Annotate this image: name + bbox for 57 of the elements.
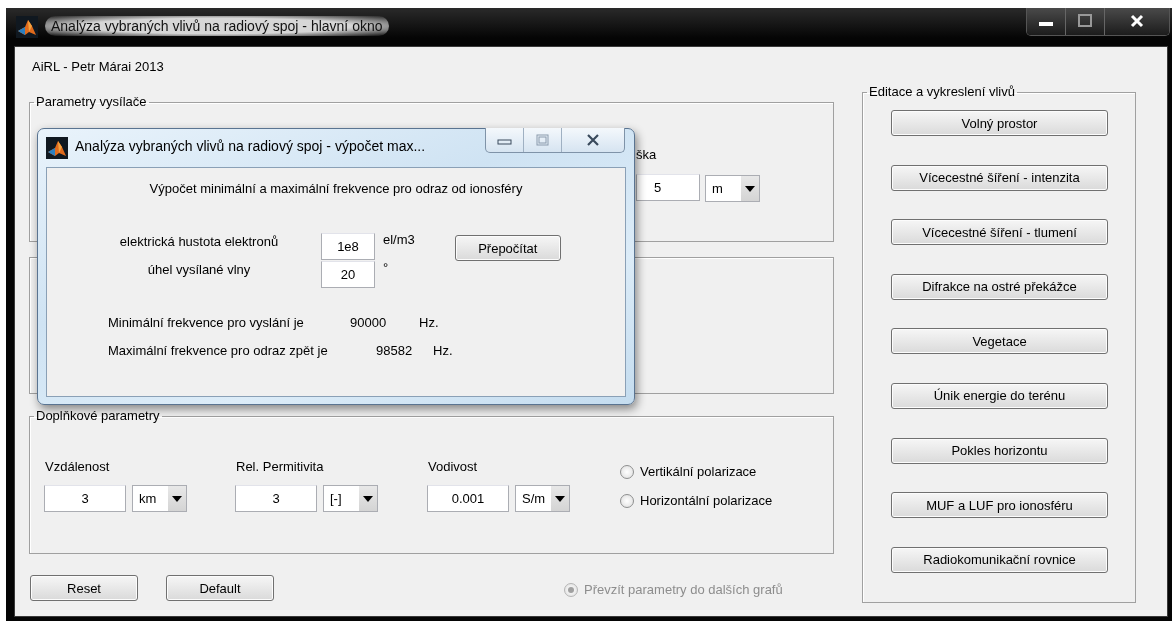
unit-dropdown[interactable]: [-] [323, 485, 378, 512]
field-label: úhel vysílané vlny [146, 263, 252, 277]
effect-button[interactable]: Difrakce na ostré překážce [891, 273, 1108, 300]
effect-button[interactable]: Vícecestné šíření - intenzita [891, 164, 1108, 191]
close-icon[interactable] [1104, 8, 1169, 35]
input-field[interactable]: 1e8 [321, 233, 375, 260]
group-title: Doplňkové parametry [35, 409, 161, 423]
action-button[interactable]: Reset [30, 575, 138, 601]
window-title: Analýza vybraných vlivů na radiový spoj - výpočet max... [75, 138, 427, 154]
effect-button[interactable]: Pokles horizontu [891, 437, 1108, 464]
radio-label: Vertikální polarizace [640, 464, 757, 479]
maximize-icon[interactable] [1065, 8, 1104, 35]
effect-button[interactable]: Vegetace [891, 328, 1108, 355]
unit-dropdown[interactable]: km [132, 485, 187, 512]
caret-icon[interactable] [359, 486, 377, 511]
field-label: elektrická hustota elektronů [118, 235, 280, 249]
radio-button[interactable] [620, 464, 634, 479]
result-value: 90000 [350, 316, 388, 330]
field-label: Rel. Permitivita [236, 460, 325, 474]
author-label: AiRL - Petr Márai 2013 [32, 60, 165, 74]
caret-icon[interactable] [168, 486, 186, 511]
app-icon [16, 16, 38, 38]
field-label: Vzdálenost [45, 460, 111, 474]
effect-button[interactable]: Volný prostor [891, 110, 1108, 136]
input-field[interactable]: 20 [321, 261, 375, 288]
dialog-heading: Výpočet minimální a maximální frekvence pro odraz od ionosféry [148, 182, 524, 196]
caret-icon[interactable] [551, 486, 569, 511]
effect-button[interactable]: Radiokomunikační rovnice [891, 546, 1108, 573]
recalculate-button[interactable]: Přepočítat [454, 235, 561, 261]
result-label: Maximální frekvence pro odraz zpět je [108, 344, 329, 358]
field-label: ška [636, 148, 658, 162]
group-title: Editace a vykreslení vlivů [868, 85, 1016, 99]
unit-label: Hz. [419, 316, 439, 330]
unit-label: el/m3 [383, 233, 415, 247]
window-title: Analýza vybraných vlivů na radiový spoj - hlavní okno [45, 16, 389, 36]
radio-label: Horizontální polarizace [640, 493, 773, 508]
unit-dropdown[interactable]: S/m [515, 485, 570, 512]
app-icon [46, 137, 68, 159]
input-field[interactable]: 5 [636, 174, 700, 201]
result-label: Minimální frekvence pro vyslání je [108, 316, 305, 330]
input-field[interactable]: 3 [235, 485, 317, 512]
unit-label: Hz. [433, 344, 453, 358]
input-field[interactable]: 3 [44, 485, 126, 512]
effect-button[interactable]: Vícecestné šíření - tlumení [891, 219, 1108, 246]
input-field[interactable]: 0.001 [427, 485, 509, 512]
unit-label: ° [383, 261, 389, 275]
effect-button[interactable]: Únik energie do terénu [891, 382, 1108, 409]
unit-dropdown[interactable]: m [705, 175, 760, 202]
caret-icon[interactable] [741, 176, 759, 201]
minimize-icon[interactable] [1027, 8, 1065, 35]
group-title: Parametry vysílače [35, 95, 148, 109]
field-label: Vodivost [428, 460, 479, 474]
effect-button[interactable]: MUF a LUF pro ionosféru [891, 492, 1108, 519]
radio-label: Převzít parametry do dalších grafů [584, 582, 783, 597]
radio-button[interactable] [620, 493, 634, 508]
result-value: 98582 [376, 344, 414, 358]
action-button[interactable]: Default [166, 575, 274, 601]
